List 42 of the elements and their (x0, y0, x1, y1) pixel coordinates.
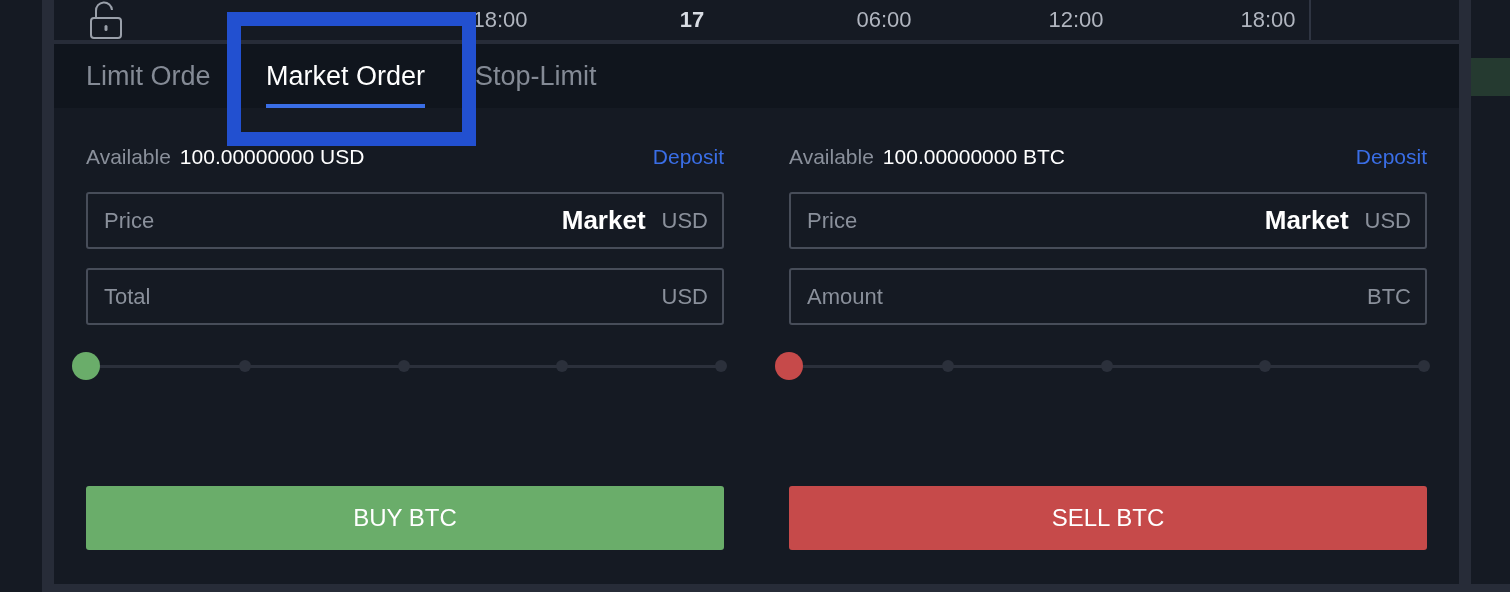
axis-label: 12:00 (1047, 7, 1105, 33)
field-value: Market (561, 205, 646, 236)
axis-label: 06:00 (855, 7, 913, 33)
axis-label: 17 (678, 7, 706, 33)
available-balance: 100.00000000 USD (179, 145, 365, 169)
slider-step-dot[interactable] (1259, 360, 1272, 372)
order-input-field[interactable]: Total USD (86, 268, 724, 325)
highlighted-order-row (1471, 58, 1510, 96)
order-type-tab[interactable]: Limit Orde (86, 44, 211, 108)
field-value: Market (1264, 205, 1349, 236)
field-label: Amount (807, 283, 883, 310)
amount-slider-thumb[interactable] (775, 352, 803, 380)
field-label: Price (104, 207, 155, 234)
field-label: Price (807, 207, 858, 234)
sell-button[interactable]: SELL BTC (789, 486, 1427, 550)
available-label: Available (789, 145, 874, 169)
slider-step-dot[interactable] (1100, 360, 1113, 372)
slider-step-dot[interactable] (556, 360, 569, 372)
available-label: Available (86, 145, 171, 169)
slider-step-dot[interactable] (1418, 360, 1430, 372)
axis-label: 18:00 (471, 7, 529, 33)
currency-unit: USD (1364, 207, 1411, 234)
amount-slider-thumb[interactable] (72, 352, 100, 380)
slider-step-dot[interactable] (715, 360, 727, 372)
axis-label: 18:00 (1239, 7, 1297, 33)
currency-unit: BTC (1367, 283, 1411, 310)
order-input-field[interactable]: Price Market USD (86, 192, 724, 249)
order-type-tab[interactable]: Market Order (266, 44, 426, 108)
buy-button[interactable]: BUY BTC (86, 486, 724, 550)
slider-step-dot[interactable] (397, 360, 410, 372)
order-type-tab[interactable]: Stop-Limit (475, 44, 597, 108)
slider-step-dot[interactable] (941, 360, 954, 372)
order-input-field[interactable]: Price Market USD (789, 192, 1427, 249)
currency-unit: USD (661, 207, 708, 234)
order-input-field[interactable]: Amount BTC (789, 268, 1427, 325)
deposit-link[interactable]: Deposit (1355, 145, 1427, 169)
deposit-link[interactable]: Deposit (652, 145, 724, 169)
currency-unit: USD (661, 283, 708, 310)
slider-step-dot[interactable] (238, 360, 251, 372)
field-label: Total (104, 283, 151, 310)
unlocked-padlock-icon[interactable] (90, 1, 122, 39)
available-balance: 100.00000000 BTC (882, 145, 1065, 169)
